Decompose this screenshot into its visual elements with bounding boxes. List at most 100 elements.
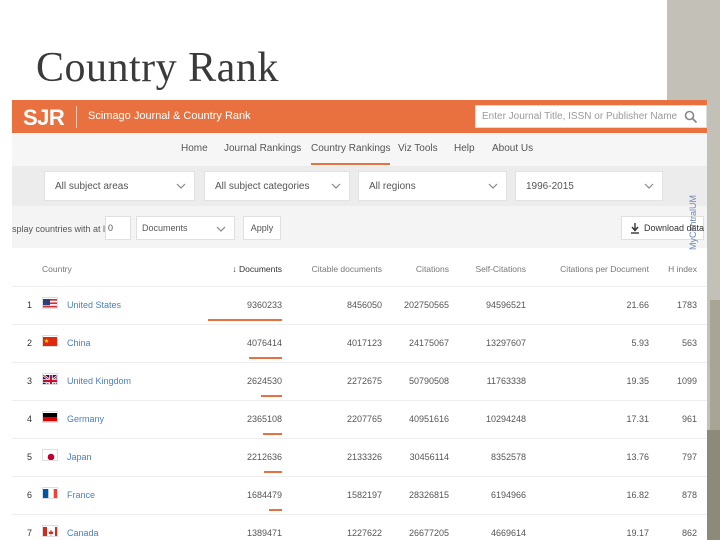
nav-journal-rankings[interactable]: Journal Rankings [224, 143, 301, 154]
col-self-citations[interactable]: Self-Citations [475, 264, 526, 274]
metric-select-label: Documents [142, 223, 188, 233]
site-header: SJR Scimago Journal & Country Rank Enter… [12, 100, 707, 133]
col-documents[interactable]: ↓ Documents [232, 264, 282, 274]
citations-cell: 26677205 [408, 528, 449, 538]
nav-viz-tools[interactable]: Viz Tools [398, 143, 438, 154]
min-documents-input[interactable]: 0 [105, 216, 131, 240]
table-toolbar: splay countries with at least 0 Document… [12, 206, 707, 248]
chevron-down-icon [644, 183, 654, 189]
self-citations-cell: 8352578 [490, 452, 526, 462]
subject-categories-select[interactable]: All subject categories [204, 171, 350, 201]
sjr-logo[interactable]: SJR [23, 105, 65, 131]
country-link[interactable]: Canada [67, 528, 99, 538]
sjr-screenshot: SJR Scimago Journal & Country Rank Enter… [12, 100, 707, 540]
citations-per-document-cell: 19.35 [626, 376, 649, 386]
logo-divider [76, 106, 77, 128]
citations-cell: 24175067 [408, 338, 449, 348]
slide-side-accent-dark [707, 430, 720, 540]
table-row[interactable]: 5 Japan 2212636 2133326 30456114 8352578 13.76… [12, 438, 707, 476]
citable-documents-cell: 4017123 [346, 338, 382, 348]
table-row[interactable]: 2 China 4076414 4017123 24175067 13297607 5.93… [12, 324, 707, 362]
citable-documents-cell: 2272675 [346, 376, 382, 386]
regions-select[interactable]: All regions [358, 171, 507, 201]
citable-documents-cell: 2207765 [346, 414, 382, 424]
col-citations[interactable]: Citations [416, 264, 449, 274]
table-row[interactable]: 3 United Kingdom 2624530 2272675 50790508 117… [12, 362, 707, 400]
documents-bar [269, 509, 282, 511]
citations-per-document-cell: 19.17 [626, 528, 649, 538]
country-link[interactable]: China [67, 338, 91, 348]
download-icon [631, 223, 639, 234]
nav-about-us[interactable]: About Us [492, 143, 533, 154]
subject-areas-label: All subject areas [55, 181, 129, 192]
documents-bar [208, 319, 282, 321]
citations-per-document-cell: 13.76 [626, 452, 649, 462]
regions-label: All regions [369, 181, 416, 192]
nav-country-rankings[interactable]: Country Rankings [311, 143, 391, 165]
col-documents-label: Documents [239, 264, 282, 274]
gb-flag-icon [42, 373, 58, 385]
fr-flag-icon [42, 487, 58, 499]
self-citations-cell: 4669614 [490, 528, 526, 538]
table-row[interactable]: 7 Canada 1389471 1227622 26677205 4669614 19.1… [12, 514, 707, 540]
h-index-cell: 563 [681, 338, 697, 348]
country-link[interactable]: Japan [67, 452, 92, 462]
de-flag-icon [42, 411, 58, 423]
years-select[interactable]: 1996-2015 [515, 171, 663, 201]
sort-down-icon: ↓ [232, 264, 239, 274]
rank-cell: 4 [27, 414, 33, 424]
documents-bar [261, 395, 282, 397]
citations-cell: 50790508 [408, 376, 449, 386]
col-citable-documents[interactable]: Citable documents [312, 264, 382, 274]
us-flag-icon [42, 297, 58, 309]
rank-cell: 3 [27, 376, 33, 386]
slide-side-accent [710, 300, 720, 430]
nav-help[interactable]: Help [454, 143, 475, 154]
chevron-down-icon [331, 183, 341, 189]
documents-bar [249, 357, 282, 359]
years-label: 1996-2015 [526, 181, 574, 192]
h-index-cell: 1783 [676, 300, 697, 310]
documents-cell: 1684479 [246, 490, 282, 500]
citable-documents-cell: 2133326 [346, 452, 382, 462]
rank-cell: 7 [27, 528, 33, 538]
h-index-cell: 1099 [676, 376, 697, 386]
documents-cell: 4076414 [246, 338, 282, 348]
h-index-cell: 878 [681, 490, 697, 500]
search-icon[interactable] [684, 110, 698, 124]
self-citations-cell: 13297607 [485, 338, 526, 348]
rank-cell: 6 [27, 490, 33, 500]
documents-cell: 2624530 [246, 376, 282, 386]
subject-areas-select[interactable]: All subject areas [44, 171, 195, 201]
table-header: Country ↓ Documents Citable documents Ci… [12, 248, 707, 286]
citations-per-document-cell: 16.82 [626, 490, 649, 500]
table-row[interactable]: 4 Germany 2365108 2207765 40951616 10294248 17… [12, 400, 707, 438]
col-h-index[interactable]: H index [668, 264, 697, 274]
documents-bar [264, 471, 282, 473]
ca-flag-icon [42, 525, 58, 537]
rank-cell: 1 [27, 300, 33, 310]
site-brand-title[interactable]: Scimago Journal & Country Rank [88, 110, 251, 122]
rank-cell: 2 [27, 338, 33, 348]
col-country[interactable]: Country [42, 264, 72, 274]
table-row[interactable]: 1 United States 9360233 8456050 202750565 945… [12, 286, 707, 324]
country-link[interactable]: Germany [67, 414, 104, 424]
self-citations-cell: 94596521 [485, 300, 526, 310]
country-link[interactable]: United Kingdom [67, 376, 131, 386]
chevron-down-icon [488, 183, 498, 189]
table-row[interactable]: 6 France 1684479 1582197 28326815 6194966 16.8… [12, 476, 707, 514]
country-link[interactable]: United States [67, 300, 121, 310]
citable-documents-cell: 8456050 [346, 300, 382, 310]
search-input[interactable]: Enter Journal Title, ISSN or Publisher N… [475, 105, 707, 128]
apply-button[interactable]: Apply [243, 216, 281, 240]
rank-cell: 5 [27, 452, 33, 462]
citations-cell: 28326815 [408, 490, 449, 500]
country-link[interactable]: France [67, 490, 95, 500]
metric-select[interactable]: Documents [136, 216, 235, 240]
nav-home[interactable]: Home [181, 143, 208, 154]
jp-flag-icon [42, 449, 58, 461]
col-citations-per-document[interactable]: Citations per Document [560, 264, 649, 274]
documents-cell: 2365108 [246, 414, 282, 424]
filter-bar: All subject areas All subject categories… [12, 166, 707, 206]
citations-per-document-cell: 17.31 [626, 414, 649, 424]
